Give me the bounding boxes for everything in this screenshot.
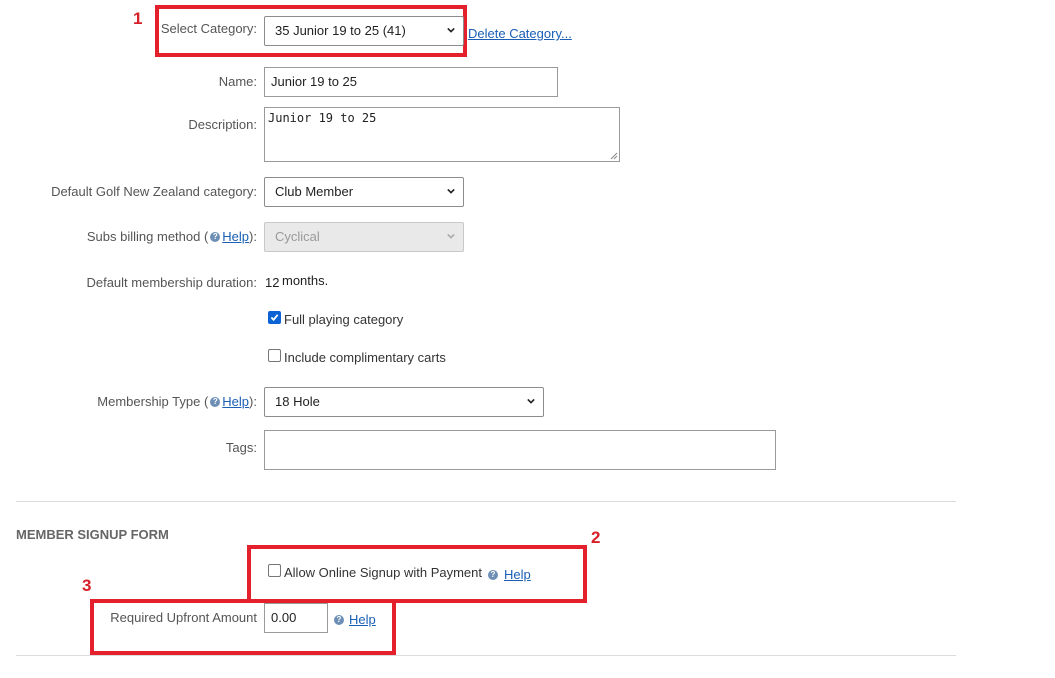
gnz-category-value: Club Member (275, 184, 354, 199)
help-icon: ? (488, 570, 498, 580)
subs-billing-label-text: Subs billing method ( (86, 229, 209, 244)
upfront-amount-input[interactable]: 0.00 (264, 603, 328, 633)
category-select[interactable]: 35 Junior 19 to 25 (41) (264, 16, 464, 46)
membership-type-label-end: ): (249, 394, 257, 409)
help-icon: ? (334, 615, 344, 625)
subs-billing-help-link[interactable]: Help (222, 229, 249, 244)
complimentary-carts-checkbox[interactable] (268, 349, 281, 362)
help-icon: ? (210, 396, 221, 407)
category-select-value: 35 Junior 19 to 25 (41) (275, 23, 406, 38)
chevron-down-icon (447, 27, 455, 33)
membership-type-help-link[interactable]: Help (222, 394, 249, 409)
annotation-box-3 (90, 599, 396, 655)
chevron-down-icon (447, 233, 455, 239)
description-textarea[interactable]: Junior 19 to 25 (264, 107, 620, 162)
select-category-label: Select Category: (160, 21, 257, 36)
membership-type-label: Membership Type (? Help): (97, 394, 257, 409)
upfront-amount-help-link[interactable]: Help (349, 612, 376, 627)
description-label: Description: (188, 117, 257, 132)
full-playing-checkbox[interactable] (268, 311, 281, 324)
description-text: Junior 19 to 25 (268, 111, 377, 125)
checkmark-icon (270, 314, 279, 322)
delete-category-link[interactable]: Delete Category... (468, 26, 572, 41)
name-label: Name: (218, 74, 257, 89)
membership-type-select[interactable]: 18 Hole (264, 387, 544, 417)
membership-type-label-text: Membership Type ( (97, 394, 209, 409)
subs-billing-label-end: ): (249, 229, 257, 244)
duration-value: 12 (265, 275, 280, 290)
chevron-down-icon (447, 188, 455, 194)
bottom-divider (16, 655, 956, 656)
annotation-number-1: 1 (133, 9, 143, 28)
signup-section-heading: MEMBER SIGNUP FORM (16, 527, 169, 542)
subs-billing-value: Cyclical (275, 229, 320, 244)
resize-handle-icon[interactable] (609, 151, 618, 160)
complimentary-carts-label: Include complimentary carts (284, 350, 446, 365)
duration-unit: months. (282, 273, 329, 288)
duration-label: Default membership duration: (86, 275, 257, 290)
annotation-number-2: 2 (591, 528, 601, 547)
online-signup-checkbox[interactable] (268, 564, 281, 577)
annotation-number-3: 3 (82, 576, 92, 595)
tags-input[interactable] (264, 430, 776, 470)
online-signup-help-link[interactable]: Help (504, 567, 531, 582)
membership-type-value: 18 Hole (275, 394, 320, 409)
upfront-amount-label: Required Upfront Amount (110, 610, 257, 625)
chevron-down-icon (527, 398, 535, 404)
full-playing-label: Full playing category (284, 312, 404, 327)
section-divider (16, 501, 956, 502)
gnz-category-label: Default Golf New Zealand category: (51, 184, 257, 199)
tags-label: Tags: (225, 440, 257, 455)
subs-billing-label: Subs billing method (? Help): (87, 229, 257, 244)
help-icon: ? (210, 231, 221, 242)
online-signup-label: Allow Online Signup with Payment (284, 565, 482, 580)
subs-billing-select: Cyclical (264, 222, 464, 252)
name-input[interactable]: Junior 19 to 25 (264, 67, 558, 97)
gnz-category-select[interactable]: Club Member (264, 177, 464, 207)
